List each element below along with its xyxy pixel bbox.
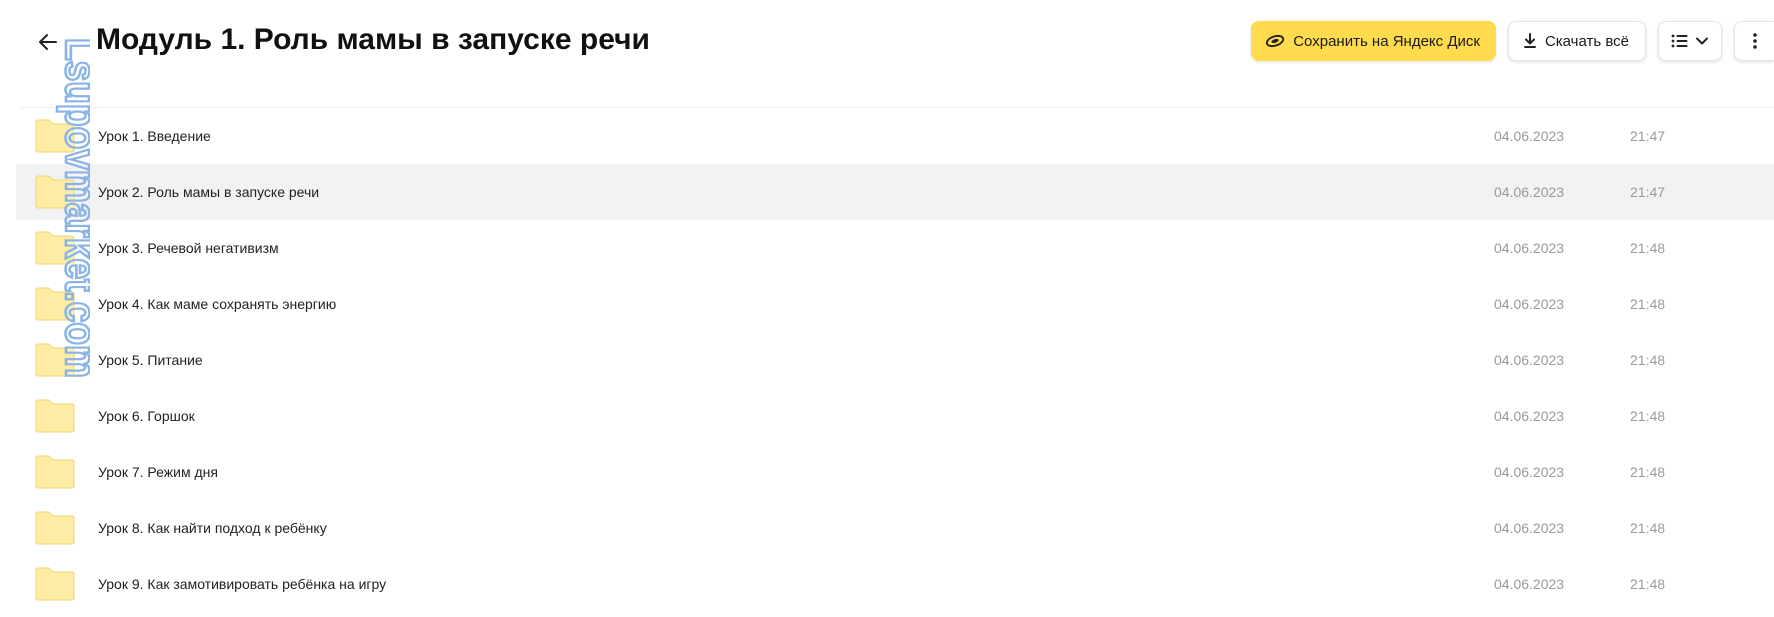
folder-icon (35, 511, 75, 545)
item-date: 04.06.2023 (1494, 240, 1565, 256)
item-time: 21:47 (1630, 128, 1666, 144)
item-date: 04.06.2023 (1494, 520, 1565, 536)
list-view-icon (1671, 34, 1688, 48)
item-date: 04.06.2023 (1494, 352, 1565, 368)
list-item[interactable]: Урок 4. Как маме сохранять энергию 04.06.… (16, 276, 1774, 332)
item-name: Урок 2. Роль мамы в запуске речи (98, 184, 320, 200)
folder-icon (35, 287, 75, 321)
arrow-left-icon (39, 34, 57, 50)
item-name: Урок 9. Как замотивировать ребёнка на иг… (98, 576, 387, 592)
item-name: Урок 6. Горшок (98, 408, 195, 424)
item-time: 21:48 (1630, 464, 1666, 480)
item-date: 04.06.2023 (1494, 408, 1565, 424)
file-list: Урок 1. Введение 04.06.2023 21:47 Урок 2. Р… (16, 108, 1774, 612)
yandex-disk-public-folder-page: Модуль 1. Роль мамы в запуске речи Сохра… (0, 0, 1774, 617)
item-date: 04.06.2023 (1494, 296, 1565, 312)
list-item[interactable]: Урок 8. Как найти подход к ребёнку 04.06.… (16, 500, 1774, 556)
folder-icon (35, 119, 75, 153)
item-time: 21:48 (1630, 296, 1666, 312)
item-name: Урок 3. Речевой негативизм (98, 240, 279, 256)
toolbar: Сохранить на Яндекс Диск Скачать всё (1251, 20, 1774, 62)
back-button[interactable] (36, 30, 60, 54)
item-date: 04.06.2023 (1494, 128, 1565, 144)
list-item[interactable]: Урок 6. Горшок 04.06.2023 21:48 (16, 388, 1774, 444)
chevron-down-icon (1696, 37, 1708, 45)
item-date: 04.06.2023 (1494, 184, 1565, 200)
item-date: 04.06.2023 (1494, 464, 1565, 480)
download-all-label: Скачать всё (1544, 32, 1629, 50)
item-time: 21:48 (1630, 576, 1666, 592)
folder-icon (35, 399, 75, 433)
view-mode-button[interactable] (1658, 21, 1722, 61)
folder-icon (35, 567, 75, 601)
save-to-disk-label: Сохранить на Яндекс Диск (1293, 32, 1480, 50)
item-name: Урок 8. Как найти подход к ребёнку (98, 520, 327, 536)
download-icon (1523, 33, 1537, 49)
item-name: Урок 1. Введение (98, 128, 211, 144)
folder-icon (35, 343, 75, 377)
list-item[interactable]: Урок 9. Как замотивировать ребёнка на иг… (16, 556, 1774, 612)
list-item[interactable]: Урок 1. Введение 04.06.2023 21:47 (16, 108, 1774, 164)
item-time: 21:47 (1630, 184, 1666, 200)
item-name: Урок 4. Как маме сохранять энергию (98, 296, 337, 312)
folder-icon (35, 455, 75, 489)
list-item[interactable]: Урок 2. Роль мамы в запуске речи 04.06.20… (16, 164, 1774, 220)
folder-icon (35, 231, 75, 265)
folder-icon (35, 175, 75, 209)
list-item[interactable]: Урок 7. Режим дня 04.06.2023 21:48 (16, 444, 1774, 500)
item-name: Урок 7. Режим дня (98, 464, 218, 480)
item-time: 21:48 (1630, 240, 1666, 256)
item-name: Урок 5. Питание (98, 352, 203, 368)
yandex-disk-icon (1265, 33, 1285, 49)
more-actions-button[interactable] (1734, 21, 1774, 61)
list-item[interactable]: Урок 5. Питание 04.06.2023 21:48 (16, 332, 1774, 388)
save-to-disk-button[interactable]: Сохранить на Яндекс Диск (1251, 21, 1496, 61)
item-date: 04.06.2023 (1494, 576, 1565, 592)
item-time: 21:48 (1630, 352, 1666, 368)
download-all-button[interactable]: Скачать всё (1507, 21, 1646, 61)
page-title: Модуль 1. Роль мамы в запуске речи (96, 23, 650, 56)
list-item[interactable]: Урок 3. Речевой негативизм 04.06.2023 21:4… (16, 220, 1774, 276)
more-vertical-icon (1752, 33, 1757, 49)
item-time: 21:48 (1630, 408, 1666, 424)
item-time: 21:48 (1630, 520, 1666, 536)
